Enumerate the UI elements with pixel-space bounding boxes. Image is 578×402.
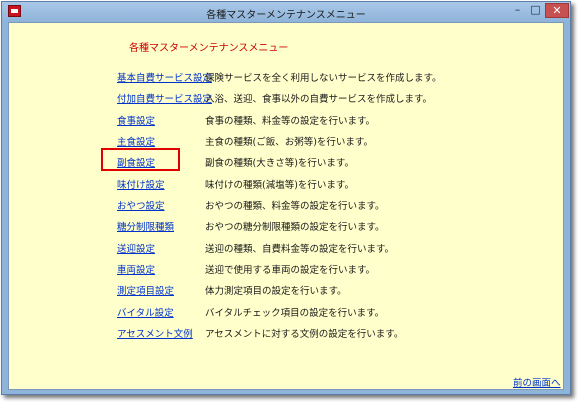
menu-description: 保険サービスを全く利用しないサービスを作成します。 [205,73,442,84]
menu-row: 付加自費サービス設定 入浴、送迎、食事以外の自費サービスを作成します。 [9,89,565,107]
title-bar[interactable]: 各種マスターメンテナンスメニュー – □ ✕ [2,2,570,22]
menu-link-seasoning-settings[interactable]: 味付け設定 [117,177,165,191]
minimize-button[interactable]: – [509,3,526,18]
window-title: 各種マスターメンテナンスメニュー [206,10,366,21]
menu-description: 味付けの種類(減塩等)を行います。 [205,180,354,191]
menu-row: バイタル設定 バイタルチェック項目の設定を行います。 [9,303,565,321]
menu-link-transport-settings[interactable]: 送迎設定 [117,241,155,255]
menu-row: 車両設定 送迎で使用する車両の設定を行います。 [9,260,565,278]
menu-description: アセスメントに対する文例の設定を行います。 [205,329,404,340]
menu-row: 基本自費サービス設定 保険サービスを全く利用しないサービスを作成します。 [9,68,565,86]
menu-link-assessment-examples[interactable]: アセスメント文例 [117,326,193,340]
menu-panel: 各種マスターメンテナンスメニュー 基本自費サービス設定 保険サービスを全く利用し… [8,22,564,390]
menu-link-basic-self-pay-service[interactable]: 基本自費サービス設定 [117,70,212,84]
menu-description: 送迎で使用する車両の設定を行います。 [205,265,376,276]
page-title: 各種マスターメンテナンスメニュー [129,43,289,54]
menu-row: アセスメント文例 アセスメントに対する文例の設定を行います。 [9,324,565,342]
app-window: 各種マスターメンテナンスメニュー – □ ✕ 各種マスターメンテナンスメニュー … [1,1,571,395]
menu-description: 主食の種類(ご飯、お粥等)を行います。 [205,137,373,148]
menu-row: 味付け設定 味付けの種類(減塩等)を行います。 [9,175,565,193]
menu-link-measurement-items[interactable]: 測定項目設定 [117,283,174,297]
menu-row: 測定項目設定 体力測定項目の設定を行います。 [9,281,565,299]
menu-description: バイタルチェック項目の設定を行います。 [205,308,385,319]
menu-description: 送迎の種類、自費料金等の設定を行います。 [205,244,395,255]
menu-description: 入浴、送迎、食事以外の自費サービスを作成します。 [205,94,433,105]
menu-row: 副食設定 副食の種類(大きさ等)を行います。 [9,153,565,171]
menu-description: おやつの種類、料金等の設定を行います。 [205,201,385,212]
selection-highlight-box [101,148,180,171]
menu-row: 主食設定 主食の種類(ご飯、お粥等)を行います。 [9,132,565,150]
menu-link-vehicle-settings[interactable]: 車両設定 [117,262,155,276]
menu-link-vital-settings[interactable]: バイタル設定 [117,305,174,319]
menu-description: 体力測定項目の設定を行います。 [205,286,347,297]
maximize-button[interactable]: □ [527,3,544,18]
menu-link-sugar-restriction[interactable]: 糖分制限種類 [117,219,174,233]
menu-link-additional-self-pay-service[interactable]: 付加自費サービス設定 [117,91,212,105]
menu-row: 糖分制限種類 おやつの糖分制限種類の設定を行います。 [9,217,565,235]
menu-link-snack-settings[interactable]: おやつ設定 [117,198,165,212]
menu-row: おやつ設定 おやつの種類、料金等の設定を行います。 [9,196,565,214]
menu-description: おやつの糖分制限種類の設定を行います。 [205,222,385,233]
close-button[interactable]: ✕ [545,3,569,18]
menu-row: 送迎設定 送迎の種類、自費料金等の設定を行います。 [9,239,565,257]
menu-description: 食事の種類、料金等の設定を行います。 [205,116,376,127]
back-link[interactable]: 前の画面へ [513,375,561,389]
menu-description: 副食の種類(大きさ等)を行います。 [205,158,354,169]
menu-link-staple-food-settings[interactable]: 主食設定 [117,134,155,148]
menu-row: 食事設定 食事の種類、料金等の設定を行います。 [9,111,565,129]
menu-link-meal-settings[interactable]: 食事設定 [117,113,155,127]
